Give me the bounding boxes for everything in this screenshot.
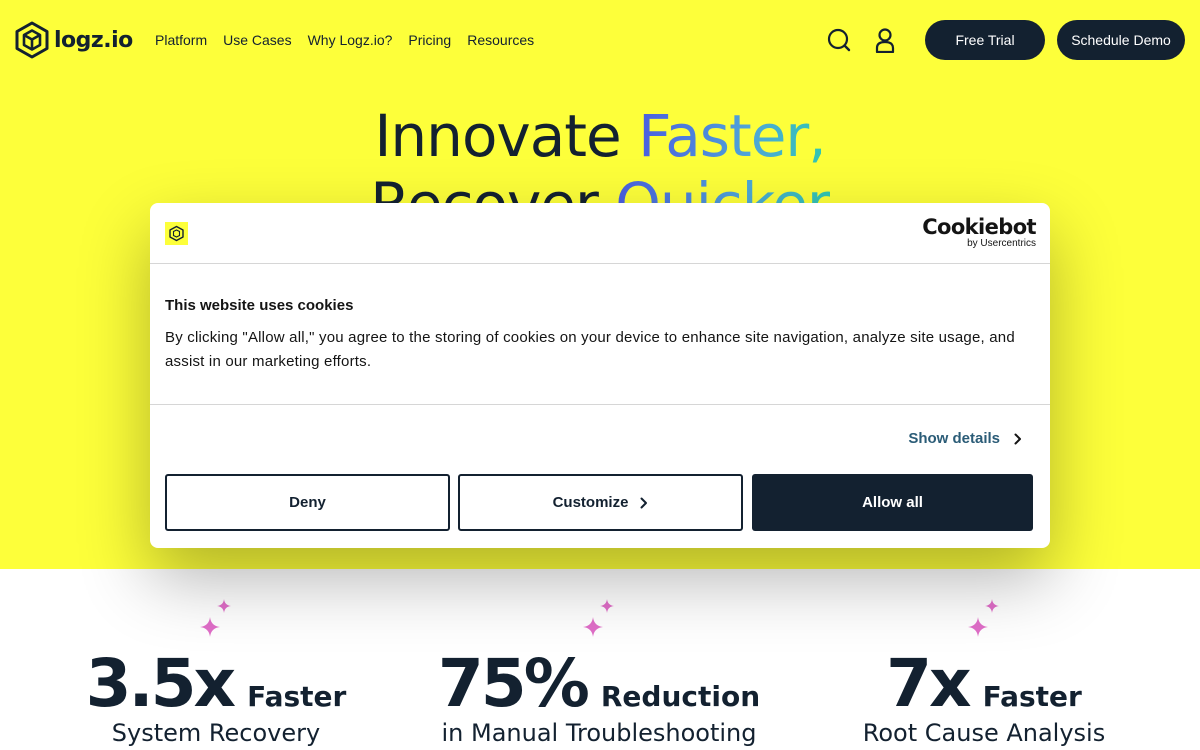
- deny-label: Deny: [289, 494, 326, 511]
- cookie-overlay: Cookiebot by Usercentrics This website u…: [0, 0, 1200, 750]
- chevron-right-icon: [640, 497, 648, 508]
- customize-button[interactable]: Customize: [458, 474, 743, 531]
- cookiebot-brand: Cookiebot: [922, 215, 1036, 239]
- divider: [150, 404, 1050, 405]
- cookie-body: By clicking "Allow all," you agree to th…: [165, 329, 1015, 370]
- logo-cube-icon: [169, 225, 184, 242]
- chevron-right-icon: [1014, 433, 1021, 444]
- cookiebot-logo: Cookiebot by Usercentrics: [922, 216, 1036, 249]
- customize-label: Customize: [552, 494, 629, 511]
- allow-all-button[interactable]: Allow all: [752, 474, 1033, 531]
- divider: [150, 263, 1050, 264]
- cookiebot-sub: by Usercentrics: [967, 238, 1036, 249]
- deny-button[interactable]: Deny: [165, 474, 450, 531]
- show-details-label: Show details: [908, 430, 1000, 447]
- cookie-title: This website uses cookies: [165, 297, 354, 314]
- cookie-dialog: Cookiebot by Usercentrics This website u…: [150, 203, 1050, 548]
- allow-all-label: Allow all: [862, 494, 923, 511]
- show-details-link[interactable]: Show details: [908, 430, 1022, 447]
- dialog-logo: [165, 222, 188, 245]
